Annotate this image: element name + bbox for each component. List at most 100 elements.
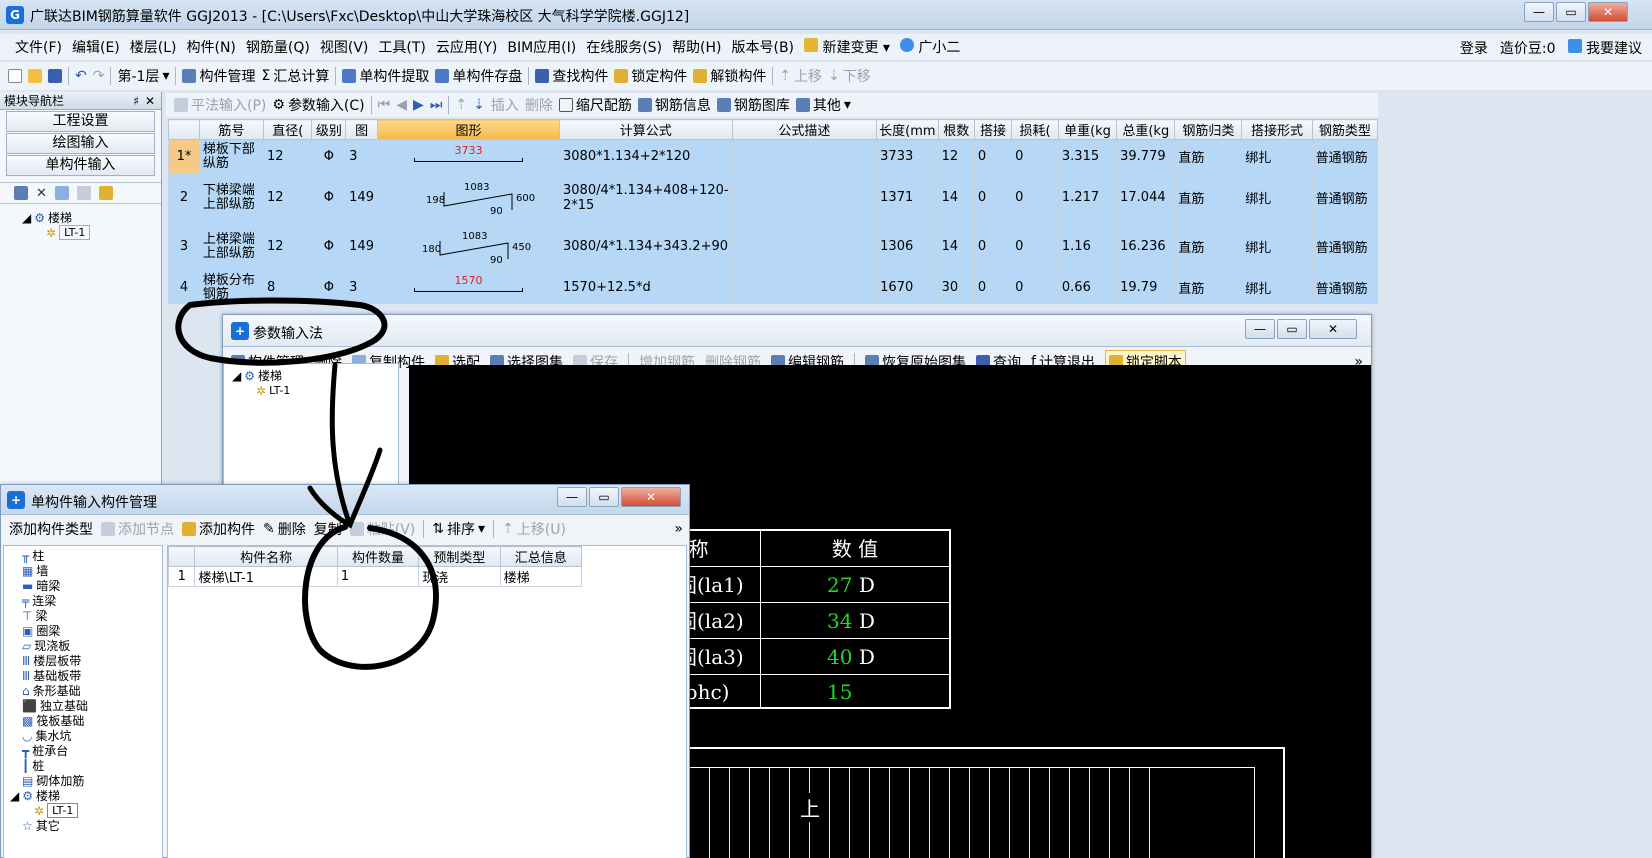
tree-item-pile[interactable]: ┃ 桩 — [22, 758, 162, 774]
delete-row-button[interactable]: 删除 — [525, 95, 553, 115]
comp-col-qty[interactable]: 构件数量 — [336, 546, 420, 567]
rebar-lib-button[interactable]: 钢筋图库 — [716, 95, 790, 115]
single-save-button[interactable]: 单构件存盘 — [435, 66, 522, 86]
col-header-total-weight[interactable]: 总重(kg — [1116, 119, 1176, 140]
col-header-loss[interactable]: 损耗( — [1011, 119, 1059, 140]
insert-button[interactable]: 插入 — [491, 95, 519, 115]
comp-row-prefab[interactable]: 现浇 — [418, 566, 501, 587]
first-icon[interactable]: ⏮ — [378, 97, 391, 113]
folder-icon[interactable] — [98, 186, 113, 200]
add-component-button[interactable]: 添加构件 — [182, 519, 255, 539]
properties-icon[interactable] — [14, 186, 28, 200]
cell-diameter[interactable]: 12 — [262, 221, 313, 272]
cell-unit-weight[interactable]: 3.315 — [1057, 139, 1118, 174]
cell-description[interactable] — [731, 139, 878, 174]
add-node-button[interactable]: 添加节点 — [101, 519, 174, 539]
cell-loss[interactable]: 0 — [1011, 139, 1059, 174]
menu-assistant[interactable]: 广小二 — [895, 37, 965, 57]
cell-type[interactable]: 普通钢筋 — [1311, 221, 1379, 272]
param-close-button[interactable]: ✕ — [1309, 319, 1357, 339]
cell-unit-weight[interactable]: 1.217 — [1057, 173, 1118, 222]
save-icon[interactable] — [48, 69, 62, 83]
undo-icon[interactable]: ↶ — [75, 68, 87, 84]
scale-rebar-button[interactable]: 缩尺配筋 — [558, 95, 632, 115]
tree-item-sump[interactable]: ◡ 集水坑 — [22, 728, 162, 744]
prev-icon[interactable]: ◀ — [396, 97, 407, 113]
cell-name[interactable]: 下梯梁端上部纵筋 — [198, 173, 264, 222]
cell-lap-form[interactable]: 绑扎 — [1241, 271, 1313, 304]
cell-lap[interactable]: 0 — [973, 221, 1013, 272]
comp-col-prefab[interactable]: 预制类型 — [418, 546, 501, 567]
cell-length[interactable]: 1670 — [876, 271, 939, 304]
menu-file[interactable]: 文件(F) — [10, 37, 67, 57]
param-row-value[interactable]: 40 — [827, 645, 852, 669]
table-row[interactable]: 4 梯板分布钢筋 8 Φ 3 1570 1570+12.5*d 1670 30 … — [168, 271, 1379, 304]
tree-item-column[interactable]: ╥ 柱 — [22, 548, 162, 564]
comp-col-name[interactable]: 构件名称 — [194, 546, 338, 567]
cell-shape[interactable]: 180 1083 450 90 — [376, 221, 561, 272]
maximize-button[interactable]: ▭ — [1556, 2, 1586, 22]
cell-lap-form[interactable]: 绑扎 — [1241, 173, 1313, 222]
table-row[interactable]: 2 下梯梁端上部纵筋 12 Φ 149 198 1083 600 90 3080… — [168, 173, 1379, 222]
table-row[interactable]: 1 楼梯\LT-1 1 现浇 楼梯 — [167, 566, 583, 587]
menu-component[interactable]: 构件(N) — [182, 37, 241, 57]
cell-diameter[interactable]: 12 — [262, 139, 313, 174]
tree-item-ring-beam[interactable]: ▣ 圈梁 — [22, 623, 162, 639]
col-header-figure[interactable]: 图 — [345, 119, 378, 140]
next-icon[interactable]: ▶ — [413, 97, 424, 113]
comp-maximize-button[interactable]: ▭ — [589, 487, 619, 507]
menu-floor[interactable]: 楼层(L) — [125, 37, 182, 57]
menu-bim[interactable]: BIM应用(I) — [502, 37, 581, 57]
minimize-button[interactable]: — — [1524, 2, 1554, 22]
close-button[interactable]: ✕ — [1588, 2, 1628, 22]
col-header-class[interactable]: 钢筋归类 — [1174, 119, 1243, 140]
cell-length[interactable]: 1306 — [876, 221, 939, 272]
cell-description[interactable] — [731, 173, 878, 222]
suggest-link[interactable]: 我要建议 — [1567, 38, 1642, 58]
col-header-formula[interactable]: 计算公式 — [559, 119, 733, 140]
move-down-button[interactable]: ⇣ 下移 — [828, 66, 871, 86]
tree-node-lt1[interactable]: ✲ LT-1 — [22, 225, 161, 240]
cell-figure[interactable]: 3 — [345, 139, 378, 174]
comp-move-up-button[interactable]: ⇡ 上移(U) — [502, 519, 566, 539]
cell-count[interactable]: 14 — [937, 221, 975, 272]
cell-formula[interactable]: 3080/4*1.134+343.2+90 — [559, 221, 733, 272]
cell-figure[interactable]: 149 — [345, 173, 378, 222]
comp-paste-button[interactable]: 粘贴(V) — [349, 519, 415, 539]
cell-grade[interactable]: Φ — [311, 271, 347, 304]
sum-calc-button[interactable]: Σ 汇总计算 — [261, 66, 329, 86]
cell-name[interactable]: 梯板分布钢筋 — [198, 271, 264, 304]
cell-unit-weight[interactable]: 1.16 — [1057, 221, 1118, 272]
param-row-value[interactable]: 27 — [827, 573, 852, 597]
cell-formula[interactable]: 1570+12.5*d — [559, 271, 733, 304]
comp-toolbar-more[interactable]: » — [674, 521, 683, 537]
cell-shape[interactable]: 198 1083 600 90 — [376, 173, 561, 222]
col-header-type[interactable]: 钢筋类型 — [1311, 119, 1379, 140]
menu-version[interactable]: 版本号(B) — [726, 37, 799, 57]
rebar-info-button[interactable]: 钢筋信息 — [637, 95, 711, 115]
col-header-description[interactable]: 公式描述 — [731, 119, 878, 140]
pin-icon[interactable]: ♯ — [133, 92, 139, 110]
comp-row-summary[interactable]: 楼梯 — [499, 566, 583, 587]
comp-sort-button[interactable]: ⇅ 排序 ▾ — [432, 519, 485, 539]
col-header-unit-weight[interactable]: 单重(kg — [1057, 119, 1118, 140]
cell-count[interactable]: 14 — [937, 173, 975, 222]
cell-diameter[interactable]: 8 — [262, 271, 313, 304]
tree-item-hidden-beam[interactable]: ▬ 暗梁 — [22, 578, 162, 594]
param-row-value[interactable]: 15 — [827, 680, 852, 704]
nav-single-input[interactable]: 单构件输入 — [6, 155, 155, 176]
comp-row-qty[interactable]: 1 — [336, 566, 420, 587]
menu-new-change[interactable]: 新建变更 ▾ — [799, 37, 895, 57]
cell-grade[interactable]: Φ — [311, 221, 347, 272]
nav-project-settings[interactable]: 工程设置 — [6, 111, 155, 132]
param-maximize-button[interactable]: ▭ — [1277, 319, 1307, 339]
nav-close-icon[interactable]: ✕ — [145, 92, 155, 110]
tree-item-raft-foundation[interactable]: ▩ 筏板基础 — [22, 713, 162, 729]
col-header-grade[interactable]: 级别 — [311, 119, 347, 140]
cell-length[interactable]: 1371 — [876, 173, 939, 222]
cell-shape[interactable]: 1570 — [376, 271, 561, 304]
cell-total-weight[interactable]: 17.044 — [1116, 173, 1176, 222]
expand-icon[interactable]: ◢ — [22, 211, 31, 225]
cell-type[interactable]: 普通钢筋 — [1311, 139, 1379, 174]
col-header-count[interactable]: 根数 — [937, 119, 975, 140]
